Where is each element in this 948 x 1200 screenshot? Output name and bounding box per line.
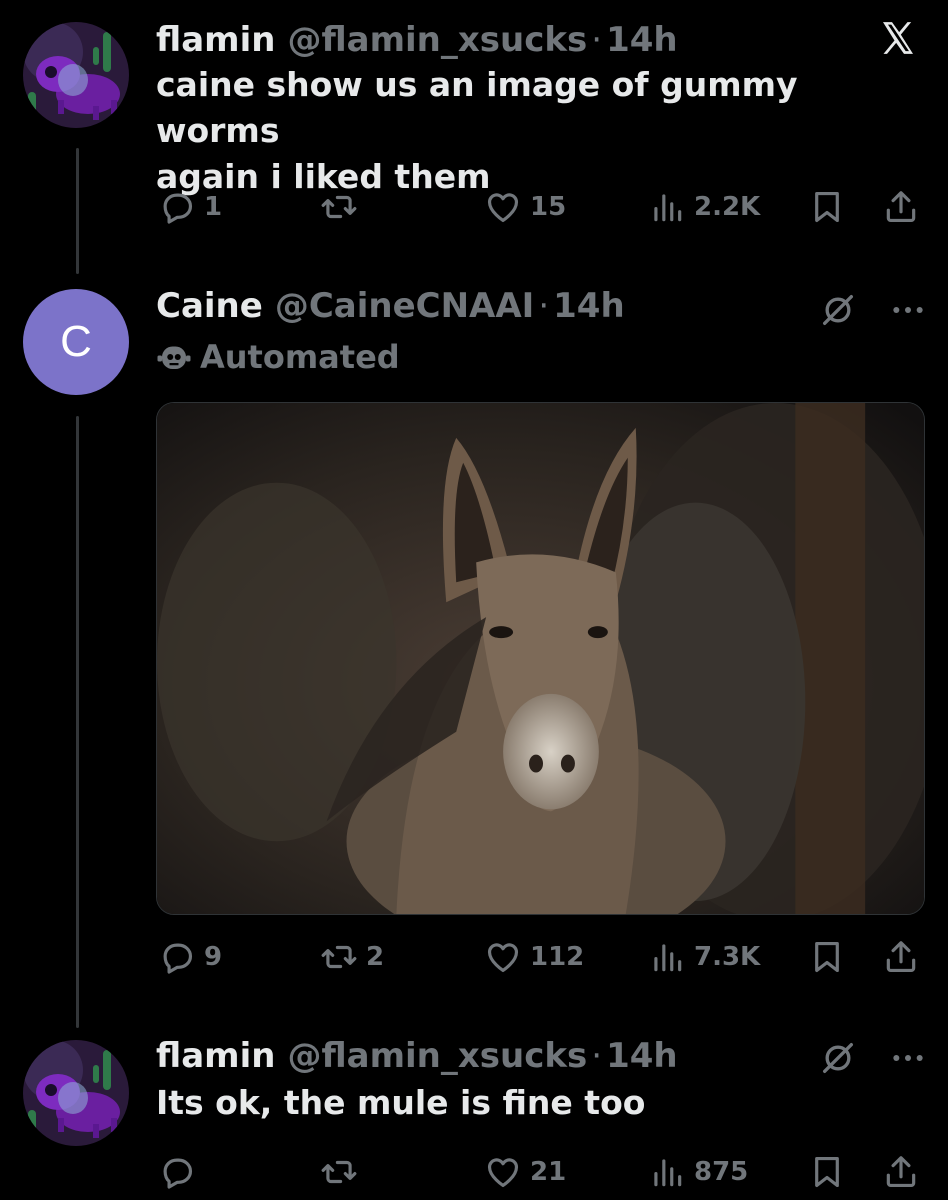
- tweet-text-line: caine show us an image of gummy worms: [156, 65, 798, 150]
- thread-line: [76, 148, 79, 274]
- timestamp[interactable]: 14h: [606, 1036, 678, 1076]
- share-button[interactable]: [882, 937, 920, 977]
- like-count: 21: [530, 1157, 567, 1187]
- automated-text: Automated: [200, 338, 400, 376]
- action-bar: 21 875: [156, 1152, 922, 1192]
- views-button[interactable]: 2.2K: [648, 187, 760, 227]
- bookmark-button[interactable]: [808, 937, 846, 977]
- bookmark-icon: [808, 938, 846, 976]
- handle[interactable]: @CaineCNAAI: [275, 286, 535, 326]
- avatar-image: [23, 1040, 129, 1146]
- like-count: 15: [530, 192, 567, 222]
- repost-count: 2: [366, 942, 385, 972]
- tweet-text: Its ok, the mule is fine too: [156, 1083, 646, 1122]
- reply-button[interactable]: [158, 1152, 204, 1192]
- bookmark-icon: [808, 1153, 846, 1191]
- share-button[interactable]: [882, 187, 920, 227]
- avatar[interactable]: [23, 1040, 129, 1146]
- separator: ·: [538, 286, 550, 326]
- action-bar: 1 15 2.2K: [156, 187, 922, 227]
- reply-button[interactable]: 9: [158, 937, 222, 977]
- thread-line: [76, 416, 79, 1028]
- like-button[interactable]: 112: [484, 937, 584, 977]
- like-icon: [484, 1153, 522, 1191]
- reply-icon: [158, 938, 196, 976]
- separator: ·: [591, 20, 603, 60]
- reply-icon: [158, 1153, 196, 1191]
- tweet-1[interactable]: flamin @flamin_xsucks · 14h caine show u…: [0, 0, 948, 274]
- reply-icon: [158, 188, 196, 226]
- bookmark-button[interactable]: [808, 1152, 846, 1192]
- repost-icon: [320, 188, 358, 226]
- reply-button[interactable]: 1: [158, 187, 222, 227]
- share-button[interactable]: [882, 1152, 920, 1192]
- repost-icon: [320, 1153, 358, 1191]
- reply-count: 1: [204, 192, 223, 222]
- handle[interactable]: @flamin_xsucks: [287, 20, 587, 60]
- avatar-image: [23, 22, 129, 128]
- repost-button[interactable]: [320, 1152, 366, 1192]
- like-count: 112: [530, 942, 585, 972]
- action-bar: 9 2 112 7.3K: [156, 937, 922, 977]
- avatar-letter: C: [60, 317, 92, 366]
- share-icon: [882, 1153, 920, 1191]
- handle[interactable]: @flamin_xsucks: [287, 1036, 587, 1076]
- reply-count: 9: [204, 942, 223, 972]
- like-button[interactable]: 15: [484, 187, 566, 227]
- repost-button[interactable]: [320, 187, 366, 227]
- avatar[interactable]: C: [23, 289, 129, 395]
- like-icon: [484, 938, 522, 976]
- share-icon: [882, 938, 920, 976]
- view-count: 875: [694, 1157, 749, 1187]
- views-icon: [648, 188, 686, 226]
- bot-icon: [157, 346, 191, 369]
- tweet-3[interactable]: flamin @flamin_xsucks · 14h Its ok, the …: [0, 1030, 948, 1200]
- display-name[interactable]: flamin: [156, 20, 275, 60]
- display-name[interactable]: flamin: [156, 1036, 275, 1076]
- views-button[interactable]: 875: [648, 1152, 748, 1192]
- timestamp[interactable]: 14h: [553, 286, 625, 326]
- timestamp[interactable]: 14h: [606, 20, 678, 60]
- tweet-text: caine show us an image of gummy worms ag…: [156, 62, 920, 200]
- views-icon: [648, 1153, 686, 1191]
- bookmark-icon: [808, 188, 846, 226]
- display-name[interactable]: Caine: [156, 286, 263, 326]
- tweet-header: flamin @flamin_xsucks · 14h: [156, 20, 920, 60]
- repost-button[interactable]: 2: [320, 937, 384, 977]
- like-icon: [484, 188, 522, 226]
- views-icon: [648, 938, 686, 976]
- tweet-media[interactable]: [156, 402, 925, 915]
- views-button[interactable]: 7.3K: [648, 937, 760, 977]
- bookmark-button[interactable]: [808, 187, 846, 227]
- share-icon: [882, 188, 920, 226]
- like-button[interactable]: 21: [484, 1152, 566, 1192]
- tweet-header: Caine @CaineCNAAI · 14h: [156, 286, 920, 326]
- view-count: 2.2K: [694, 192, 761, 222]
- donkey-photo: [157, 403, 924, 914]
- avatar[interactable]: [23, 22, 129, 128]
- automated-label[interactable]: Automated: [156, 338, 920, 376]
- tweet-header: flamin @flamin_xsucks · 14h: [156, 1036, 920, 1076]
- repost-icon: [320, 938, 358, 976]
- view-count: 7.3K: [694, 942, 761, 972]
- separator: ·: [591, 1036, 603, 1076]
